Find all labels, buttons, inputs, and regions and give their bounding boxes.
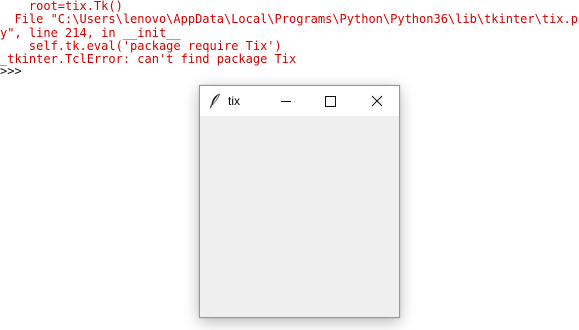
window-title: tix — [228, 94, 240, 108]
traceback-line-1: root=tix.Tk() — [0, 0, 123, 13]
shell-prompt[interactable]: >>> — [0, 65, 29, 77]
traceback-line-3: y", line 214, in __init__ — [0, 26, 181, 40]
window-titlebar[interactable]: tix — [200, 86, 399, 116]
minimize-icon — [281, 101, 291, 102]
feather-icon — [209, 93, 221, 109]
minimize-button[interactable] — [264, 86, 308, 116]
traceback-line-2: File "C:\Users\lenovo\AppData\Local\Prog… — [0, 12, 578, 26]
maximize-button[interactable] — [308, 86, 352, 116]
traceback-line-4: self.tk.eval('package require Tix') — [0, 39, 282, 53]
maximize-icon — [325, 96, 336, 107]
tk-window[interactable]: tix — [199, 85, 400, 318]
window-client-area[interactable] — [200, 116, 399, 317]
close-icon — [371, 95, 383, 107]
close-button[interactable] — [354, 86, 398, 116]
error-message-line: _tkinter.TclError: can't find package Ti… — [0, 52, 297, 66]
